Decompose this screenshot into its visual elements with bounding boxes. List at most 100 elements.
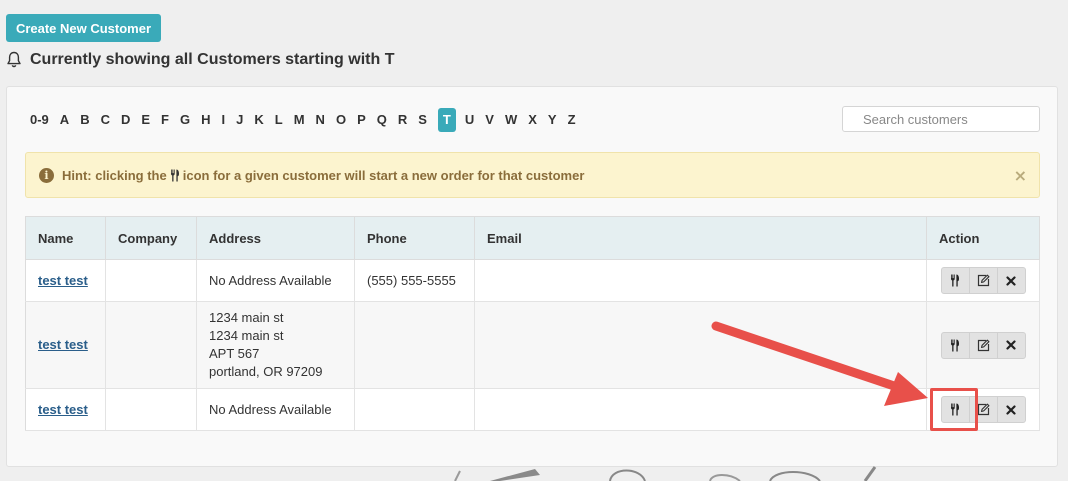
fork-knife-icon (170, 169, 179, 181)
company-cell (105, 388, 197, 431)
alpha-filter-r[interactable]: R (398, 108, 407, 132)
email-cell (474, 301, 927, 389)
action-buttons (940, 331, 1026, 359)
action-cell (926, 301, 1040, 389)
alpha-filter-i[interactable]: I (222, 108, 226, 132)
address-cell: No Address Available (196, 388, 355, 431)
table-row: test test 1234 main st 1234 main st APT … (25, 301, 1040, 389)
address-line: No Address Available (209, 272, 332, 288)
alpha-filter-a[interactable]: A (60, 108, 69, 132)
alpha-filter-t[interactable]: T (437, 108, 456, 132)
alpha-filter-f[interactable]: F (161, 108, 169, 132)
edit-button[interactable] (968, 267, 998, 294)
alpha-filter-o[interactable]: O (336, 108, 346, 132)
hint-prefix: Hint: clicking the (62, 167, 167, 183)
alpha-filter-k[interactable]: K (254, 108, 263, 132)
alpha-filter-g[interactable]: G (180, 108, 190, 132)
alpha-filter-0-9[interactable]: 0-9 (30, 108, 49, 132)
alpha-filter-p[interactable]: P (357, 108, 366, 132)
new-order-button[interactable] (940, 331, 970, 359)
new-order-button[interactable] (940, 396, 970, 423)
column-header-phone: Phone (354, 216, 475, 260)
alpha-filter-z[interactable]: Z (568, 108, 576, 132)
new-order-button[interactable] (940, 267, 970, 294)
phone-cell (354, 388, 475, 431)
phone-cell (354, 301, 475, 389)
name-cell: test test (25, 259, 106, 302)
alpha-filter-x[interactable]: X (528, 108, 537, 132)
alpha-filter-w[interactable]: W (505, 108, 517, 132)
alpha-filter-d[interactable]: D (121, 108, 130, 132)
customer-name-link[interactable]: test test (38, 273, 88, 288)
alpha-filter-v[interactable]: V (485, 108, 494, 132)
edit-icon (977, 339, 989, 351)
hint-suffix: icon for a given customer will start a n… (182, 167, 585, 183)
address-line: 1234 main st (209, 310, 284, 325)
background-illustration (454, 466, 877, 481)
alpha-filter-b[interactable]: B (80, 108, 89, 132)
alpha-filter-j[interactable]: J (236, 108, 243, 132)
alpha-filter-y[interactable]: Y (548, 108, 557, 132)
info-icon: i (39, 167, 54, 183)
name-cell: test test (25, 301, 106, 389)
customer-name-link[interactable]: test test (38, 402, 88, 417)
delete-button[interactable] (996, 331, 1026, 359)
table-row: test test No Address Available (25, 388, 1040, 431)
alpha-filter-s[interactable]: S (418, 108, 427, 132)
address-cell: 1234 main st 1234 main st APT 567 portla… (196, 301, 355, 389)
create-customer-button[interactable]: Create New Customer (6, 14, 161, 42)
search-input[interactable] (842, 106, 1040, 132)
alpha-filter-n[interactable]: N (316, 108, 325, 132)
customer-panel: 0-9 ABCDEFGHIJKLMNOPQRSTUVWXYZ i Hint: cl… (6, 86, 1058, 467)
customer-name-link[interactable]: test test (38, 337, 88, 352)
delete-icon (1006, 404, 1016, 415)
address-cell: No Address Available (196, 259, 355, 302)
edit-icon (977, 403, 989, 416)
action-buttons (940, 396, 1026, 423)
address-line: No Address Available (209, 401, 332, 417)
name-cell: test test (25, 388, 106, 431)
phone-cell: (555) 555-5555 (354, 259, 475, 302)
delete-icon (1006, 275, 1016, 286)
alpha-filter-c[interactable]: C (101, 108, 110, 132)
edit-icon (977, 274, 989, 287)
action-cell (926, 259, 1040, 302)
hint-alert: i Hint: clicking the icon for a given cu… (25, 152, 1040, 198)
action-cell (926, 388, 1040, 431)
email-cell (474, 388, 927, 431)
page-heading: Currently showing all Customers starting… (6, 49, 394, 71)
column-header-email: Email (474, 216, 927, 260)
address-line: 1234 main st (209, 328, 284, 343)
address-line: APT 567 (209, 346, 260, 361)
delete-button[interactable] (996, 267, 1026, 294)
fork-knife-icon (951, 403, 959, 416)
bell-icon (7, 51, 21, 68)
edit-button[interactable] (968, 331, 998, 359)
page-title: Currently showing all Customers starting… (30, 51, 395, 68)
alpha-filter-u[interactable]: U (465, 108, 474, 132)
alpha-filter-q[interactable]: Q (377, 108, 387, 132)
company-cell (105, 259, 197, 302)
fork-knife-icon (951, 339, 959, 351)
email-cell (474, 259, 927, 302)
alpha-filter-h[interactable]: H (201, 108, 210, 132)
close-icon[interactable]: × (1014, 166, 1027, 185)
alpha-filter-l[interactable]: L (275, 108, 283, 132)
delete-button[interactable] (996, 396, 1026, 423)
address-line: portland, OR 97209 (209, 364, 323, 379)
edit-button[interactable] (968, 396, 998, 423)
alpha-filter-e[interactable]: E (141, 108, 150, 132)
table-row: test test No Address Available (555) 555… (25, 259, 1040, 302)
fork-knife-icon (951, 274, 959, 287)
delete-icon (1006, 340, 1016, 350)
action-buttons (940, 267, 1026, 294)
company-cell (105, 301, 197, 389)
alpha-filter-m[interactable]: M (294, 108, 305, 132)
column-header-name: Name (25, 216, 106, 260)
column-header-company: Company (105, 216, 197, 260)
column-header-address: Address (196, 216, 355, 260)
alphabet-filter: 0-9 A B C D E F G H I J K L M N O P Q R S T U V W X Y Z (30, 108, 587, 132)
customers-table: Name Company Address Phone Email Action … (25, 216, 1040, 431)
column-header-action: Action (926, 216, 1040, 260)
table-header-row: Name Company Address Phone Email Action (25, 216, 1040, 260)
